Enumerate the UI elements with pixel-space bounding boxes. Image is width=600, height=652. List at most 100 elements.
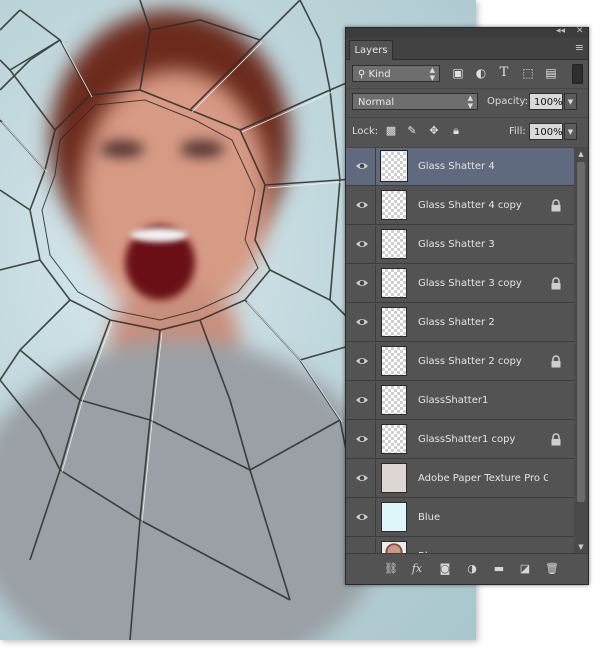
layer-list[interactable]: Glass Shatter 4 Glass Shatter 4 copy Glass… [346,148,574,553]
add-mask-icon[interactable]: ◙ [438,562,452,576]
new-group-icon[interactable]: ▬ [492,562,506,576]
fill-input[interactable]: 100% [529,123,563,140]
scroll-down-icon[interactable]: ▼ [574,541,588,553]
layer-locked-icon [550,433,562,446]
visibility-eye-icon[interactable] [355,277,369,289]
visibility-eye-icon[interactable] [355,316,369,328]
layer-name[interactable]: Adobe Paper Texture Pro Ge... [418,460,548,498]
layer-row[interactable]: Glass Shatter 4 [346,148,574,186]
layer-locked-icon [550,277,562,290]
opacity-label: Opacity: [487,96,529,107]
scroll-up-icon[interactable]: ▲ [574,148,588,160]
row-divider [375,538,376,553]
visibility-eye-icon[interactable] [355,394,369,406]
lock-all-icon[interactable]: 🔒︎ [449,124,463,138]
layer-row[interactable]: GlassShatter1 copy [346,421,574,459]
adjustment-layer-icon[interactable]: ◑ [465,562,479,576]
layer-thumbnail[interactable] [381,190,407,220]
layer-name[interactable]: Glass Shatter 2 copy [418,343,548,381]
collapse-panel-icon[interactable]: ◂◂ [556,26,565,36]
link-layers-icon[interactable]: ⛓ [384,562,398,576]
layer-row[interactable]: Glass Shatter 2 [346,304,574,342]
tab-layers[interactable]: Layers [349,40,393,60]
layer-locked-icon [550,355,562,368]
chevron-updown-icon: ▲ ▼ [467,94,473,110]
layer-thumbnail[interactable] [381,502,407,532]
layer-name[interactable]: Blue [418,538,548,553]
chevron-updown-icon: ▲ ▼ [429,66,435,82]
adjustment-filter-icon[interactable]: ◐ [473,65,489,81]
layer-thumbnail[interactable] [381,385,407,415]
layer-name[interactable]: Blue [418,499,548,537]
image-filter-icon[interactable]: ▣ [450,65,466,81]
fill-dropdown-arrow[interactable]: ▼ [564,123,577,140]
layer-thumbnail[interactable] [381,268,407,298]
layers-bottom-bar: ⛓ fx ◙ ◑ ▬ ◪ 🗑︎ [346,553,588,584]
layer-thumbnail[interactable] [381,541,407,553]
layer-thumbnail[interactable] [381,229,407,259]
lock-transparent-pixels-icon[interactable]: ▩ [384,124,398,138]
panel-title-bar[interactable]: ◂◂ ✕ [346,26,588,38]
scroll-thumb[interactable] [577,162,585,502]
type-filter-icon[interactable]: T [496,65,512,81]
fx-icon[interactable]: fx [410,562,424,576]
lock-image-pixels-icon[interactable]: ✎ [405,124,419,138]
layer-name[interactable]: Glass Shatter 3 [418,226,548,264]
blend-mode-value: Normal [358,97,395,108]
search-icon: ⚲ [358,69,366,80]
layer-thumbnail[interactable] [381,307,407,337]
layer-thumbnail[interactable] [380,150,408,182]
visibility-eye-icon[interactable] [355,238,369,250]
row-divider [375,421,376,459]
fill-label: Fill: [509,126,526,137]
new-layer-icon[interactable]: ◪ [518,562,532,576]
lock-row: Lock: ▩ ✎ ✥ 🔒︎ Fill: 100% ▼ [346,118,588,148]
row-divider [375,499,376,537]
layer-row[interactable]: Blue [346,538,574,553]
visibility-eye-icon[interactable] [355,433,369,445]
blend-row: Normal ▲ ▼ Opacity: 100% ▼ [346,89,588,118]
layer-name[interactable]: GlassShatter1 [418,382,548,420]
filter-toggle[interactable] [572,64,583,84]
layer-name[interactable]: Glass Shatter 3 copy [418,265,548,303]
layer-row[interactable]: Blue [346,499,574,537]
lock-position-icon[interactable]: ✥ [427,124,441,138]
filter-kind-dropdown[interactable]: ⚲ Kind ▲ ▼ [352,65,440,82]
visibility-eye-icon[interactable] [355,511,369,523]
panel-tab-row: Layers ≡ [346,38,588,60]
opacity-input[interactable]: 100% [529,93,563,110]
row-divider [375,226,376,264]
layer-row[interactable]: Glass Shatter 4 copy [346,187,574,225]
blend-mode-dropdown[interactable]: Normal ▲ ▼ [352,93,478,110]
layer-row[interactable]: Glass Shatter 3 copy [346,265,574,303]
layer-thumbnail[interactable] [381,424,407,454]
smart-object-filter-icon[interactable]: ▤ [543,65,559,81]
layer-name[interactable]: Glass Shatter 4 copy [418,187,548,225]
layer-thumbnail[interactable] [381,463,407,493]
layer-row[interactable]: Glass Shatter 3 [346,226,574,264]
row-divider [375,343,376,381]
shape-filter-icon[interactable]: ⬚ [520,65,536,81]
layer-row[interactable]: GlassShatter1 [346,382,574,420]
opacity-dropdown-arrow[interactable]: ▼ [564,93,577,110]
delete-layer-icon[interactable]: 🗑︎ [545,562,559,576]
close-panel-icon[interactable]: ✕ [576,26,584,36]
layer-thumbnail[interactable] [381,346,407,376]
visibility-eye-icon[interactable] [355,355,369,367]
visibility-eye-icon[interactable] [355,160,369,172]
layer-list-scrollbar[interactable]: ▲ ▼ [574,148,588,553]
layers-panel: ◂◂ ✕ Layers ≡ ⚲ Kind ▲ ▼ ▣ ◐ T ⬚ ▤ Normal… [345,26,589,585]
visibility-eye-icon[interactable] [355,199,369,211]
filter-row: ⚲ Kind ▲ ▼ ▣ ◐ T ⬚ ▤ [346,60,588,89]
row-divider [375,187,376,225]
layer-name[interactable]: Glass Shatter 2 [418,304,548,342]
lock-label: Lock: [352,126,379,137]
row-divider [375,304,376,342]
layer-name[interactable]: Glass Shatter 4 [418,148,548,186]
row-divider [375,460,376,498]
visibility-eye-icon[interactable] [355,472,369,484]
layer-row[interactable]: Adobe Paper Texture Pro Ge... [346,460,574,498]
layer-row[interactable]: Glass Shatter 2 copy [346,343,574,381]
layer-name[interactable]: GlassShatter1 copy [418,421,548,459]
panel-menu-icon[interactable]: ≡ [575,41,584,54]
